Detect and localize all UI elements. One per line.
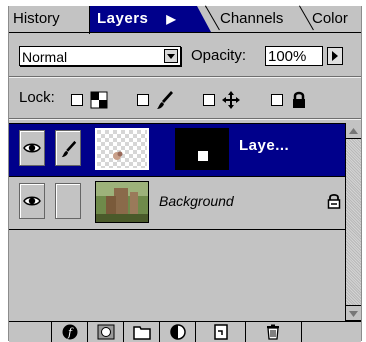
blend-row: Normal Opacity: 100% [9, 42, 361, 72]
layer-style-icon: f [62, 324, 78, 340]
layer-name[interactable]: Laye... [239, 137, 289, 154]
opacity-label: Opacity: [191, 47, 247, 64]
visibility-toggle[interactable] [19, 130, 45, 166]
eye-icon [23, 196, 41, 206]
move-icon [222, 91, 240, 109]
blend-mode-value: Normal [22, 49, 68, 65]
lock-position-checkbox[interactable] [203, 94, 215, 106]
chevron-down-icon[interactable] [164, 49, 178, 63]
layer-name[interactable]: Background [159, 193, 234, 209]
lock-icon [327, 193, 341, 209]
delete-layer-button[interactable] [245, 322, 301, 342]
opacity-slider-button[interactable] [327, 47, 343, 65]
new-layer-button[interactable] [195, 322, 245, 342]
add-layer-style-button[interactable]: f [51, 322, 87, 342]
lock-image-checkbox[interactable] [137, 94, 149, 106]
arrow-down-icon [349, 311, 358, 317]
layers-palette: History Color Channels Layers ▶ Normal Op… [8, 5, 362, 342]
folder-icon [133, 326, 151, 340]
layers-toolbar: f [9, 321, 361, 342]
toolbar-spacer [301, 322, 361, 342]
layer-thumbnail-image [97, 130, 147, 168]
tab-layers[interactable]: Layers ▶ [89, 6, 211, 32]
blend-mode-select[interactable]: Normal [19, 46, 181, 66]
eye-icon [23, 143, 41, 153]
divider [9, 119, 361, 120]
mask-shape [198, 151, 208, 161]
layers-list: Laye... Background [9, 123, 345, 322]
adjustment-layer-icon [170, 324, 186, 340]
layer-row[interactable]: Background [9, 177, 345, 230]
layer-link-toggle[interactable] [55, 183, 81, 219]
palette-menu-arrow-icon[interactable]: ▶ [166, 12, 176, 26]
lock-icon [293, 91, 305, 108]
layer-row[interactable]: Laye... [9, 124, 345, 177]
tab-layers-label: Layers [97, 10, 149, 27]
layer-thumbnail-image [96, 182, 148, 222]
tab-channels[interactable]: Channels [205, 6, 305, 32]
transparency-icon [90, 91, 108, 109]
tab-channels-label: Channels [220, 10, 284, 27]
mask-icon [97, 324, 115, 340]
layer-link-toggle[interactable] [55, 130, 81, 166]
new-fill-adjustment-button[interactable] [159, 322, 195, 342]
tab-bar: History Color Channels Layers ▶ [9, 5, 361, 34]
lock-transparency-checkbox[interactable] [71, 94, 83, 106]
new-group-button[interactable] [123, 322, 159, 342]
layer-thumbnail[interactable] [95, 128, 149, 170]
scroll-up-button[interactable] [346, 123, 361, 139]
lock-all-checkbox[interactable] [271, 94, 283, 106]
tab-color-label: Color [312, 10, 348, 27]
divider [9, 77, 361, 78]
vertical-scrollbar[interactable] [345, 123, 361, 321]
layer-thumbnail[interactable] [95, 181, 149, 223]
brush-icon [157, 91, 173, 109]
visibility-toggle[interactable] [19, 183, 45, 219]
brush-icon [61, 140, 77, 158]
lock-row: Lock: [9, 84, 361, 112]
layer-mask-thumbnail[interactable] [175, 128, 229, 170]
lock-label: Lock: [19, 89, 55, 106]
scroll-down-button[interactable] [346, 305, 361, 321]
opacity-field[interactable]: 100% [265, 46, 323, 66]
add-layer-mask-button[interactable] [87, 322, 123, 342]
arrow-up-icon [349, 128, 358, 134]
trash-icon [267, 324, 279, 340]
tab-divider [89, 6, 90, 34]
new-layer-icon [214, 324, 228, 340]
tab-history[interactable]: History [13, 6, 89, 32]
